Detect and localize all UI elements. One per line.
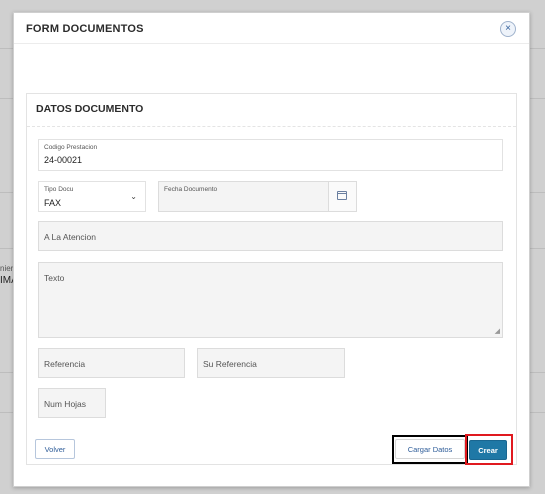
codigo-prestacion-value: 24-00021: [44, 155, 83, 165]
datos-documento-card: DATOS DOCUMENTO Codigo Prestacion 24-000…: [26, 93, 517, 465]
tipo-docu-label: Tipo Docu: [44, 186, 74, 193]
texto-placeholder: Texto: [44, 273, 65, 283]
referencia-placeholder: Referencia: [44, 359, 86, 369]
volver-button[interactable]: Volver: [35, 439, 75, 459]
num-hojas-input[interactable]: Num Hojas: [38, 388, 106, 418]
resize-grip-icon[interactable]: ◢: [495, 327, 500, 335]
fecha-documento-field[interactable]: Fecha Documento: [158, 181, 357, 212]
highlight-box-cargar: [392, 435, 468, 464]
calendar-icon: [337, 191, 347, 200]
header-divider: [14, 43, 529, 44]
highlight-box-crear: [465, 434, 513, 465]
a-la-atencion-placeholder: A La Atencion: [44, 232, 96, 242]
referencia-input[interactable]: Referencia: [38, 348, 185, 378]
su-referencia-input[interactable]: Su Referencia: [197, 348, 345, 378]
tipo-docu-select[interactable]: Tipo Docu FAX ⌄: [38, 181, 146, 212]
tipo-docu-value: FAX: [44, 198, 62, 208]
card-divider: [27, 126, 516, 127]
a-la-atencion-input[interactable]: A La Atencion: [38, 221, 503, 251]
date-picker-button[interactable]: [328, 182, 356, 211]
card-title: DATOS DOCUMENTO: [36, 103, 144, 115]
close-icon[interactable]: ×: [500, 21, 516, 37]
chevron-down-icon: ⌄: [130, 192, 137, 201]
num-hojas-placeholder: Num Hojas: [44, 399, 87, 409]
codigo-prestacion-field[interactable]: Codigo Prestacion 24-00021: [38, 139, 503, 171]
texto-textarea[interactable]: Texto ◢: [38, 262, 503, 338]
codigo-prestacion-label: Codigo Prestacion: [44, 144, 98, 151]
bg-field-label: nier: [0, 264, 14, 273]
fecha-documento-label: Fecha Documento: [164, 186, 218, 193]
su-referencia-placeholder: Su Referencia: [203, 359, 257, 369]
form-documentos-modal: FORM DOCUMENTOS × DATOS DOCUMENTO Codigo…: [13, 12, 530, 487]
modal-title: FORM DOCUMENTOS: [26, 23, 144, 35]
